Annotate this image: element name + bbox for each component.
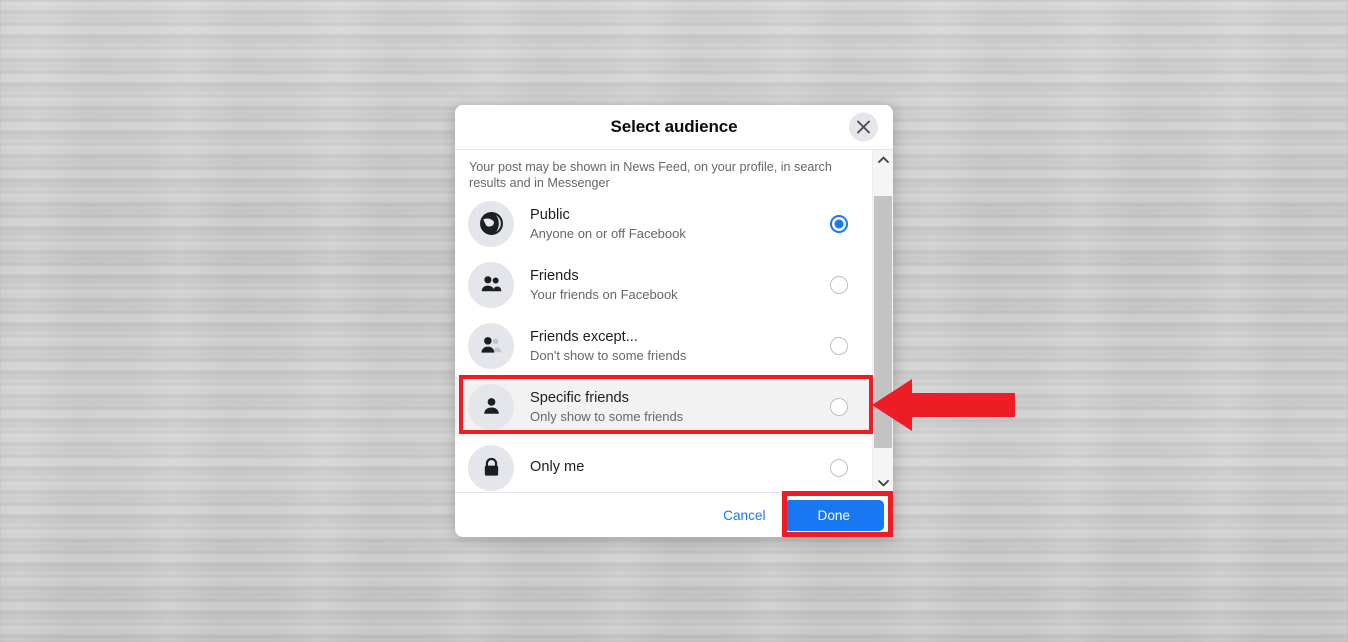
option-row-specific-friends[interactable]: Specific friends Only show to some frien… xyxy=(455,376,872,437)
option-title: Public xyxy=(530,206,570,223)
person-icon xyxy=(468,383,514,430)
radio-friends[interactable] xyxy=(830,275,848,294)
page-title: Select audience xyxy=(610,117,738,136)
option-row-friends-except[interactable]: Friends except... Don't show to some fri… xyxy=(455,315,872,376)
option-title: Friends except... xyxy=(530,328,638,345)
audience-options-scroll-region: Your post may be shown in News Feed, on … xyxy=(455,150,893,492)
friends-except-icon xyxy=(468,322,514,369)
audience-options-list: Your post may be shown in News Feed, on … xyxy=(455,150,872,492)
radio-public[interactable] xyxy=(830,214,848,233)
option-text-specific-friends: Specific friends Only show to some frien… xyxy=(514,389,830,425)
chevron-up-icon[interactable] xyxy=(873,150,893,169)
option-title: Specific friends xyxy=(530,389,629,406)
dialog-description: Your post may be shown in News Feed, on … xyxy=(469,160,832,190)
option-title: Only me xyxy=(530,459,585,475)
option-row-public[interactable]: Public Anyone on or off Facebook xyxy=(455,193,872,254)
lock-icon xyxy=(468,444,514,491)
option-subtitle: Don't show to some friends xyxy=(530,347,687,363)
scrollbar-thumb[interactable] xyxy=(874,196,892,448)
close-icon xyxy=(856,120,871,135)
radio-specific-friends[interactable] xyxy=(830,397,848,416)
option-subtitle: Anyone on or off Facebook xyxy=(530,225,686,241)
select-audience-dialog: Select audience Your post may be shown i… xyxy=(455,105,893,537)
close-button[interactable] xyxy=(849,112,878,142)
radio-friends-except[interactable] xyxy=(830,336,848,355)
option-row-only-me[interactable]: Only me xyxy=(455,437,872,492)
chevron-down-icon[interactable] xyxy=(873,473,893,492)
friends-group-icon xyxy=(468,261,514,308)
cancel-button[interactable]: Cancel xyxy=(714,501,774,530)
option-text-friends-except: Friends except... Don't show to some fri… xyxy=(514,328,830,364)
option-title: Friends xyxy=(530,267,579,284)
dialog-footer: Cancel Done xyxy=(455,492,893,537)
vertical-scrollbar[interactable] xyxy=(872,150,893,492)
option-text-public: Public Anyone on or off Facebook xyxy=(514,206,830,242)
radio-only-me[interactable] xyxy=(830,458,848,477)
done-button[interactable]: Done xyxy=(783,499,884,531)
globe-icon xyxy=(468,200,514,247)
option-subtitle: Only show to some friends xyxy=(530,408,684,424)
option-text-friends: Friends Your friends on Facebook xyxy=(514,267,830,303)
dialog-header: Select audience xyxy=(455,105,893,150)
option-text-only-me: Only me xyxy=(514,458,830,477)
option-subtitle: Your friends on Facebook xyxy=(530,286,678,302)
option-row-friends[interactable]: Friends Your friends on Facebook xyxy=(455,254,872,315)
